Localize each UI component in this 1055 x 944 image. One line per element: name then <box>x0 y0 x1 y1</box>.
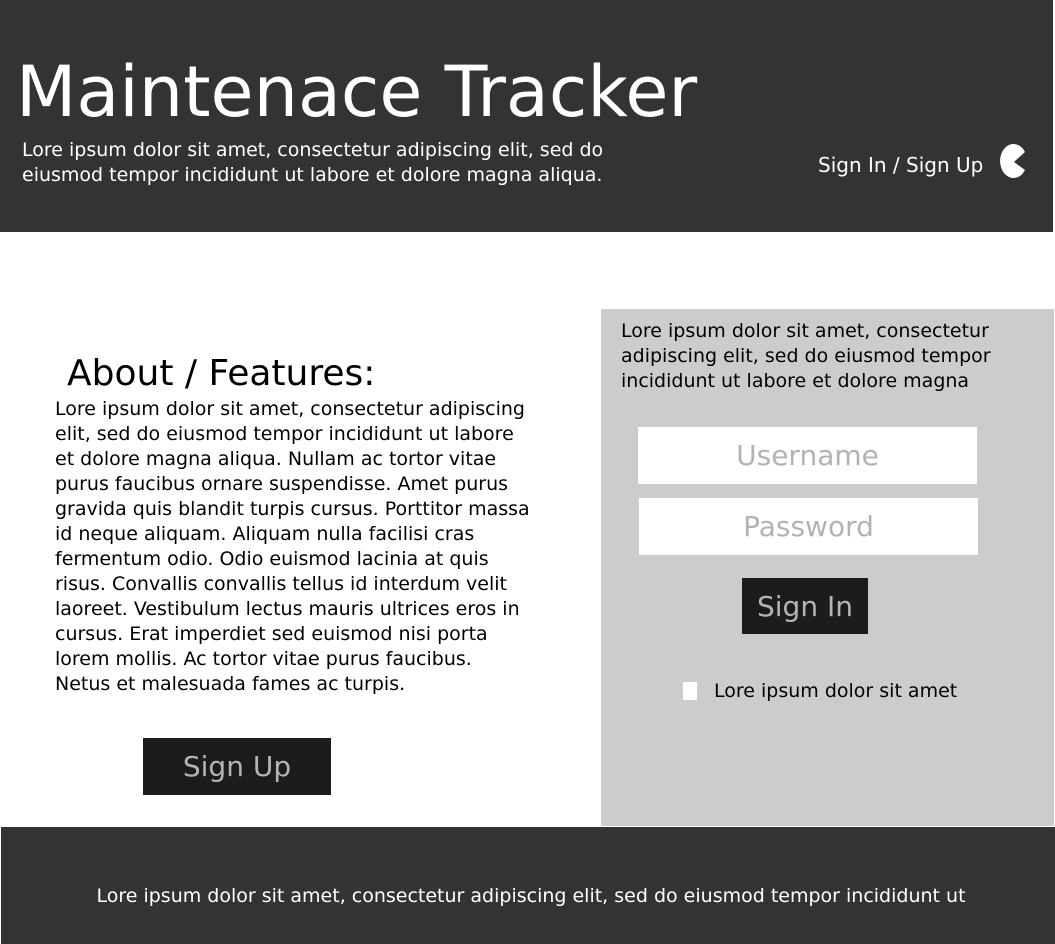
header-description: Lore ipsum dolor sit amet, consectetur a… <box>22 139 604 186</box>
sign-in-button[interactable]: Sign In <box>742 578 868 634</box>
sign-in-sign-up-link[interactable]: Sign In / Sign Up <box>818 152 983 178</box>
about-heading: About / Features: <box>67 353 376 394</box>
header: Maintenace Tracker Lore ipsum dolor sit … <box>0 0 1053 232</box>
login-description: Lore ipsum dolor sit amet, consectetur a… <box>621 320 991 392</box>
sign-up-button[interactable]: Sign Up <box>143 738 331 795</box>
remember-label: Lore ipsum dolor sit amet <box>714 680 958 702</box>
password-input[interactable] <box>639 498 978 555</box>
user-icon[interactable] <box>999 143 1029 179</box>
about-text: Lore ipsum dolor sit amet, consectetur a… <box>55 398 530 695</box>
remember-checkbox[interactable] <box>683 682 697 700</box>
login-panel: Lore ipsum dolor sit amet, consectetur a… <box>601 309 1054 826</box>
footer-text: Lore ipsum dolor sit amet, consectetur a… <box>96 885 966 907</box>
footer: Lore ipsum dolor sit amet, consectetur a… <box>1 827 1055 944</box>
username-input[interactable] <box>638 427 977 484</box>
app-title: Maintenace Tracker <box>16 51 698 133</box>
